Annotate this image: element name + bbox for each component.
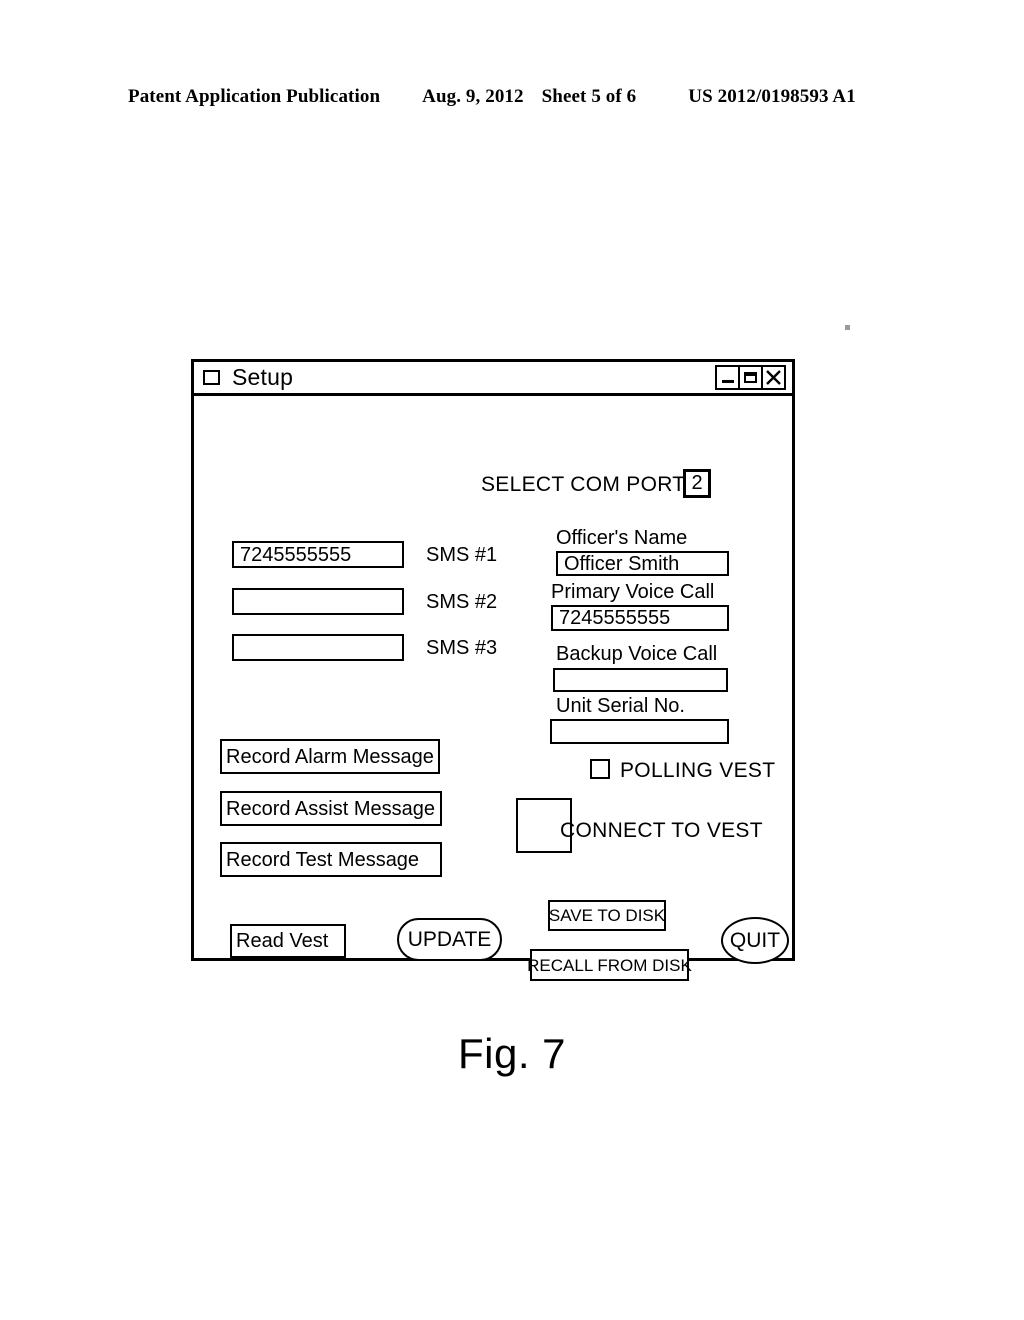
patent-publication-number: US 2012/0198593 A1 xyxy=(688,86,856,107)
record-alarm-message-button[interactable]: Record Alarm Message xyxy=(220,739,440,774)
record-test-message-button[interactable]: Record Test Message xyxy=(220,842,442,877)
sms-1-input[interactable]: 7245555555 xyxy=(232,541,404,568)
backup-voice-call-label: Backup Voice Call xyxy=(556,643,718,665)
window-square-icon xyxy=(203,370,220,385)
unit-serial-no-input[interactable] xyxy=(550,719,729,744)
minimize-icon[interactable] xyxy=(715,365,740,390)
quit-button[interactable]: QUIT xyxy=(721,917,789,964)
com-port-value[interactable]: 2 xyxy=(683,469,711,498)
window-title: Setup xyxy=(232,364,294,390)
recall-from-disk-button[interactable]: RECALL FROM DISK xyxy=(527,949,692,981)
primary-voice-call-label: Primary Voice Call xyxy=(551,581,715,603)
maximize-icon[interactable] xyxy=(738,365,763,390)
update-button[interactable]: UPDATE xyxy=(397,918,502,961)
patent-date: Aug. 9, 2012 xyxy=(422,86,524,107)
sms-3-label: SMS #3 xyxy=(426,637,498,659)
connect-to-vest-label: CONNECT TO VEST xyxy=(560,819,763,842)
setup-window: Setup SELECT COM PORT 2 7245555555 SMS #… xyxy=(191,359,795,981)
officer-name-input[interactable]: Officer Smith xyxy=(556,551,729,576)
figure-caption: Fig. 7 xyxy=(457,1030,567,1077)
page-speck-artifact xyxy=(845,325,850,330)
window-titlebar[interactable]: Setup xyxy=(194,362,792,396)
polling-vest-checkbox[interactable] xyxy=(590,759,610,779)
polling-vest-label: POLLING VEST xyxy=(620,759,776,782)
sms-1-label: SMS #1 xyxy=(426,544,498,566)
backup-voice-call-input[interactable] xyxy=(553,668,728,692)
patent-header: Patent Application Publication Aug. 9, 2… xyxy=(128,86,896,108)
patent-sheet-number: Sheet 5 of 6 xyxy=(541,86,637,107)
close-icon[interactable] xyxy=(761,365,786,390)
setup-client-area: SELECT COM PORT 2 7245555555 SMS #1 SMS … xyxy=(194,396,792,981)
officer-name-label: Officer's Name xyxy=(556,527,688,549)
sms-2-input[interactable] xyxy=(232,588,404,615)
sms-2-label: SMS #2 xyxy=(426,591,498,613)
unit-serial-no-label: Unit Serial No. xyxy=(556,695,685,717)
record-assist-message-button[interactable]: Record Assist Message xyxy=(220,791,442,826)
sms-3-input[interactable] xyxy=(232,634,404,661)
primary-voice-call-input[interactable]: 7245555555 xyxy=(551,605,729,631)
window-controls xyxy=(715,365,786,390)
select-com-port-label: SELECT COM PORT xyxy=(481,473,686,496)
patent-publication-label: Patent Application Publication xyxy=(128,86,381,107)
save-to-disk-button[interactable]: SAVE TO DISK xyxy=(548,900,666,931)
read-vest-button[interactable]: Read Vest xyxy=(230,924,346,958)
